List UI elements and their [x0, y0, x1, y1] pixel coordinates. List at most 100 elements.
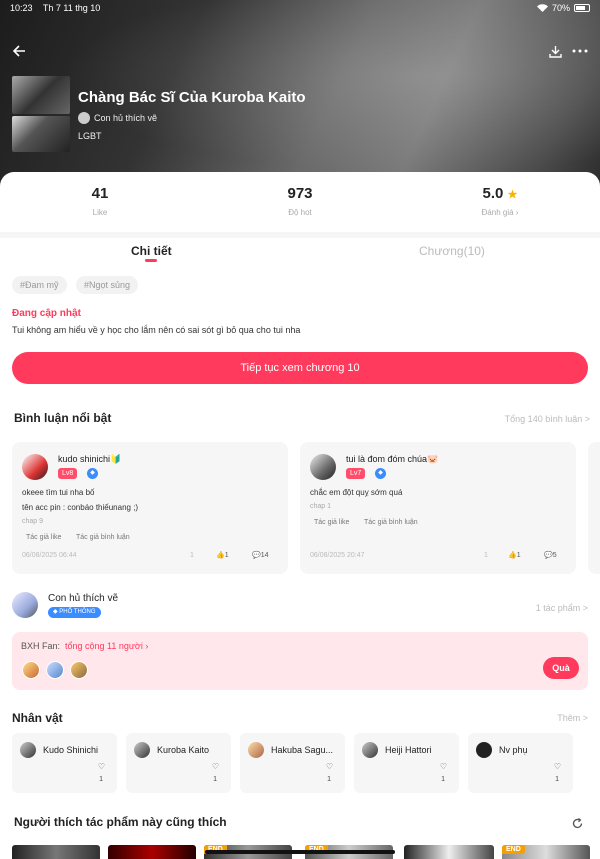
comment-card[interactable]: tui là đom đóm chúa🐷 Lv7 ◆ chắc em đột q… — [300, 442, 576, 574]
recommend-thumb[interactable] — [12, 845, 100, 859]
character-card[interactable]: Nv phụ ♡ 1 — [468, 733, 573, 793]
comment-count: 1 — [190, 552, 194, 559]
tab-chapters[interactable]: Chương(10) — [419, 244, 485, 258]
stat-value: 973 — [287, 185, 313, 202]
author-replied-chip: Tác giả bình luận — [364, 519, 418, 526]
comment-text: okeee tìm tui nha bố — [22, 488, 95, 497]
reply-icon: 💬 — [544, 552, 553, 559]
comment-likes[interactable]: 👍1 — [508, 551, 521, 559]
character-card[interactable]: Kuroba Kaito ♡ 1 — [126, 733, 231, 793]
cover-image-secondary — [12, 116, 70, 152]
comment-replies[interactable]: 💬5 — [544, 551, 557, 559]
author-avatar[interactable] — [12, 592, 38, 618]
fan-ranking[interactable]: BXH Fan: tổng cộng 11 người › Quà — [12, 632, 588, 690]
character-likes: 1 — [441, 776, 445, 783]
stat-label: Đánh giá › — [481, 208, 519, 217]
character-avatar — [134, 742, 150, 758]
heart-icon[interactable]: ♡ — [212, 762, 219, 771]
level-badge: Lv8 — [58, 468, 78, 479]
comment-date: 06/08/2025 20:47 — [310, 552, 365, 559]
author-name: Con hủ thích vẽ — [94, 113, 158, 123]
star-icon: ★ — [507, 189, 518, 201]
reply-icon: 💬 — [252, 552, 261, 559]
continue-reading-button[interactable]: Tiếp tục xem chương 10 — [12, 352, 588, 384]
author-works-link[interactable]: 1 tác phẩm > — [536, 603, 588, 613]
download-icon[interactable] — [549, 45, 562, 58]
story-title: Chàng Bác Sĩ Của Kuroba Kaito — [78, 89, 306, 106]
character-likes: 1 — [99, 776, 103, 783]
wifi-icon — [536, 4, 548, 12]
author-replied-chip: Tác giả bình luận — [76, 534, 130, 541]
comment-card[interactable]: kudo shinichi🔰 Lv8 ◆ okeee tìm tui nha b… — [12, 442, 288, 574]
status-bar: 10:23 Th 7 11 thg 10 — [10, 3, 108, 13]
fan-rank-total[interactable]: tổng cộng 11 người › — [65, 641, 148, 651]
home-indicator — [205, 850, 395, 854]
recommend-thumb[interactable] — [108, 845, 196, 859]
commenter-name: kudo shinichi🔰 — [58, 454, 122, 464]
level-badge: Lv7 — [346, 468, 366, 479]
update-status: Đang cập nhật — [12, 308, 81, 319]
shield-icon: ◆ — [87, 468, 98, 479]
story-author[interactable]: Con hủ thích vẽ — [78, 112, 157, 124]
thumb-up-icon: 👍 — [216, 552, 225, 559]
character-name: Heiji Hattori — [385, 745, 432, 755]
author-avatar — [78, 112, 90, 124]
comment-date: 06/08/2025 06:44 — [22, 552, 77, 559]
character-likes: 1 — [555, 776, 559, 783]
tab-indicator — [145, 259, 157, 262]
author-row-name[interactable]: Con hủ thích vẽ — [48, 593, 118, 604]
character-card[interactable]: Heiji Hattori ♡ 1 — [354, 733, 459, 793]
commenter-avatar — [22, 454, 48, 480]
tag-chip[interactable]: #Đam mỹ — [12, 276, 67, 294]
fan-avatar — [46, 661, 64, 679]
all-comments-link[interactable]: Tổng 140 bình luận > — [505, 414, 590, 424]
rating-value: 5.0 — [482, 185, 504, 202]
stat-label: Like — [92, 208, 108, 217]
shield-icon: ◆ — [375, 468, 386, 479]
heart-icon[interactable]: ♡ — [326, 762, 333, 771]
character-likes: 1 — [213, 776, 217, 783]
gift-button[interactable]: Quà — [543, 657, 579, 679]
recommend-thumb[interactable]: END — [502, 845, 590, 859]
replies-count: 14 — [260, 552, 269, 559]
character-name: Kuroba Kaito — [157, 745, 210, 755]
comment-card-peek — [588, 442, 600, 574]
characters-more-link[interactable]: Thêm > — [557, 713, 588, 723]
status-time: 10:23 — [10, 3, 33, 13]
comment-likes[interactable]: 👍1 — [216, 551, 229, 559]
commenter-name: tui là đom đóm chúa🐷 — [346, 454, 439, 464]
fan-avatar — [22, 661, 40, 679]
character-card[interactable]: Hakuba Sagu... ♡ 1 — [240, 733, 345, 793]
tag-chip[interactable]: #Ngọt sủng — [76, 276, 139, 294]
character-card[interactable]: Kudo Shinichi ♡ 1 — [12, 733, 117, 793]
refresh-icon[interactable] — [572, 818, 583, 829]
character-likes: 1 — [327, 776, 331, 783]
author-liked-chip: Tác giả like — [314, 519, 350, 526]
character-avatar — [362, 742, 378, 758]
heart-icon[interactable]: ♡ — [554, 762, 561, 771]
arrow-left-icon[interactable] — [12, 44, 26, 58]
divider — [0, 232, 600, 238]
end-badge: END — [502, 845, 525, 854]
character-name: Nv phụ — [499, 745, 528, 755]
recommend-thumb[interactable] — [404, 845, 494, 859]
status-date: Th 7 11 thg 10 — [42, 3, 101, 13]
heart-icon[interactable]: ♡ — [98, 762, 105, 771]
comment-text: chắc em đột quỵ sớm quá — [310, 488, 403, 497]
characters-title: Nhân vật — [12, 711, 63, 725]
character-name: Kudo Shinichi — [43, 745, 99, 755]
cover-image — [12, 76, 70, 114]
more-icon[interactable] — [572, 49, 588, 53]
character-name: Hakuba Sagu... — [271, 745, 334, 755]
stat-label: Độ hot — [288, 208, 312, 217]
author-badge: ◆ PHỔ THÔNG — [48, 607, 101, 618]
comment-replies[interactable]: 💬14 — [252, 551, 269, 559]
stat-value: 5.0 ★ — [440, 185, 560, 202]
heart-icon[interactable]: ♡ — [440, 762, 447, 771]
tab-details[interactable]: Chi tiết — [131, 244, 172, 258]
comment-count: 1 — [484, 552, 488, 559]
stat-rating[interactable]: 5.0 ★ Đánh giá › — [440, 185, 560, 217]
commenter-avatar — [310, 454, 336, 480]
comment-chapter: chap 9 — [22, 518, 44, 525]
character-avatar — [248, 742, 264, 758]
